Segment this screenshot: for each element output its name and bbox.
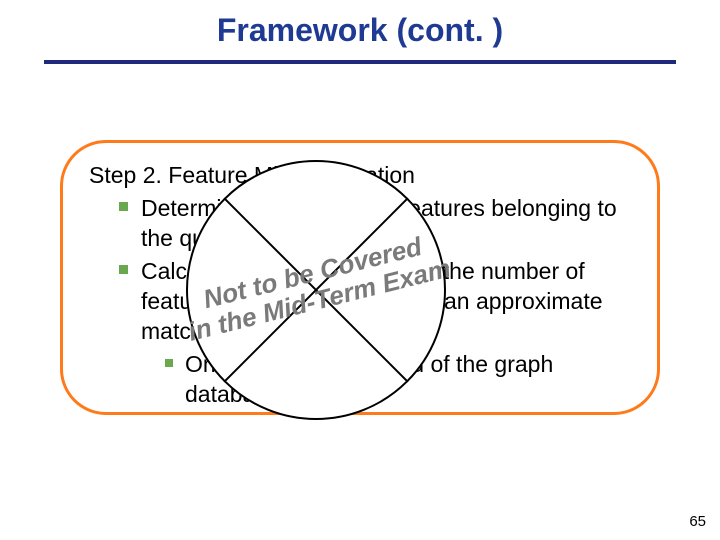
- slide: Framework (cont. ) Step 2. Feature Miss …: [0, 0, 720, 540]
- slide-title: Framework (cont. ): [0, 12, 720, 49]
- page-number: 65: [689, 513, 706, 530]
- crossout-overlay: Not to be Covered in the Mid-Term Exam: [186, 160, 446, 420]
- title-underline: [44, 60, 676, 64]
